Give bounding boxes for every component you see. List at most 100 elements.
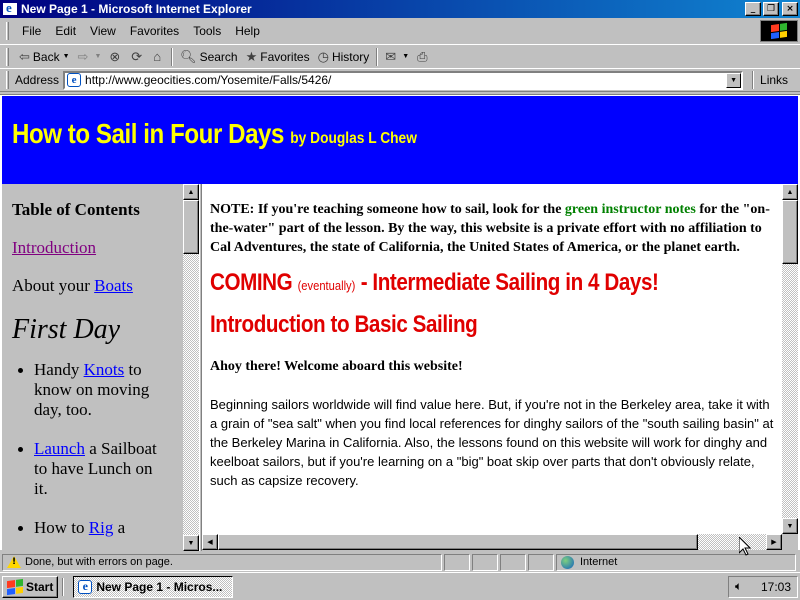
toc-about-prefix: About your (12, 276, 90, 295)
toc-scroll-thumb[interactable] (183, 200, 199, 254)
toc-item-prefix: Handy (34, 360, 80, 379)
menu-view[interactable]: View (83, 22, 123, 40)
speaker-icon[interactable]: 🔈︎ (735, 579, 742, 594)
toolbar-grip[interactable] (6, 47, 9, 66)
toc-frame: Table of Contents Introduction About you… (2, 184, 183, 551)
forward-arrow-icon: ⇨ (77, 48, 89, 64)
coming-rest: - Intermediate Sailing in 4 Days! (360, 269, 659, 296)
welcome-text: Ahoy there! Welcome aboard this website! (210, 359, 463, 374)
address-bar: Address e http://www.geocities.com/Yosem… (0, 68, 800, 92)
list-item: Launch a Sailboat to have Lunch on it. (18, 439, 164, 499)
menu-favorites[interactable]: Favorites (123, 22, 186, 40)
toc-list: Handy Knots to know on moving day, too. … (12, 360, 183, 538)
toc-item-suffix: a (117, 518, 126, 537)
zone-text: Internet (580, 556, 618, 568)
back-dropdown-icon[interactable]: ▼ (63, 53, 70, 60)
forward-button[interactable]: ⇨ ▼ (74, 46, 106, 68)
links-bar[interactable]: Links (749, 71, 788, 89)
content-scrollbar[interactable]: ▲ ▼ (782, 184, 798, 534)
taskbar-separator (62, 577, 65, 596)
menu-bar: File Edit View Favorites Tools Help (0, 20, 800, 42)
window-title: New Page 1 - Microsoft Internet Explorer (21, 2, 252, 16)
print-button[interactable]: ⎙ (413, 46, 434, 68)
title-bar[interactable]: New Page 1 - Microsoft Internet Explorer… (0, 0, 800, 18)
toc-scrollbar[interactable]: ▲ ▼ (183, 184, 199, 551)
site-byline: by Douglas L Chew (290, 130, 417, 147)
home-button[interactable]: ⌂ (149, 46, 168, 68)
address-label: Address (15, 73, 60, 87)
toolbar-separator (376, 47, 379, 66)
menu-tools[interactable]: Tools (186, 22, 228, 40)
warning-icon[interactable] (7, 556, 21, 568)
content-hscrollbar[interactable]: ◀ ▶ (202, 534, 782, 550)
menu-grip[interactable] (6, 22, 9, 40)
content-hscroll-thumb[interactable] (218, 534, 698, 550)
back-label: Back (32, 49, 60, 64)
taskbar-ie-label: New Page 1 - Micros... (96, 579, 223, 594)
status-text: Done, but with errors on page. (25, 556, 173, 568)
start-button[interactable]: Start (2, 575, 59, 598)
scroll-corner (782, 534, 798, 550)
stop-icon: ⊗ (109, 48, 121, 64)
address-input[interactable]: e http://www.geocities.com/Yosemite/Fall… (63, 70, 744, 90)
toc-link-rig[interactable]: Rig (89, 518, 114, 537)
address-grip[interactable] (6, 71, 9, 89)
taskbar: Start e New Page 1 - Micros... 🔈︎ 17:03 (0, 572, 800, 600)
status-blank-3 (500, 553, 526, 571)
note-green-text: green instructor notes (564, 202, 696, 217)
address-url[interactable]: http://www.geocities.com/Yosemite/Falls/… (85, 73, 331, 87)
close-button[interactable]: × (782, 2, 798, 16)
toc-link-launch[interactable]: Launch (34, 439, 85, 458)
favorites-icon: ★ (245, 48, 258, 64)
maximize-button[interactable]: ❐ (763, 2, 779, 16)
page-viewport: How to Sail in Four Days by Douglas L Ch… (0, 94, 800, 551)
toolbar-separator (171, 47, 174, 66)
clock[interactable]: 17:03 (761, 580, 791, 594)
coming-small: (eventually) (297, 278, 356, 293)
menu-edit[interactable]: Edit (48, 22, 83, 40)
list-item: Handy Knots to know on moving day, too. (18, 360, 164, 420)
favorites-button[interactable]: ★ Favorites (242, 46, 314, 68)
menu-help[interactable]: Help (228, 22, 267, 40)
content-scroll-up-icon[interactable]: ▲ (782, 184, 798, 200)
note-text-before: NOTE: If you're teaching someone how to … (210, 202, 562, 217)
status-zone[interactable]: Internet (556, 553, 796, 571)
scroll-right-icon[interactable]: ▶ (766, 534, 782, 550)
scroll-left-icon[interactable]: ◀ (202, 534, 218, 550)
toc-link-boats[interactable]: Boats (94, 276, 133, 295)
status-message[interactable]: Done, but with errors on page. (2, 553, 442, 571)
intro-heading: Introduction to Basic Sailing (210, 311, 478, 338)
toc-item-prefix: How to (34, 518, 85, 537)
back-button[interactable]: ⇦ Back ▼ (15, 46, 74, 68)
history-icon: ◷ (317, 48, 329, 64)
mail-button[interactable]: ✉ ▼ (381, 46, 413, 68)
search-icon: 🔍︎ (180, 48, 197, 64)
toc-scroll-up-icon[interactable]: ▲ (183, 184, 199, 200)
stop-button[interactable]: ⊗ (105, 46, 127, 68)
links-label[interactable]: Links (760, 73, 788, 87)
mouse-cursor-icon (739, 537, 751, 556)
mail-dropdown-icon[interactable]: ▼ (402, 53, 409, 60)
refresh-button[interactable]: ⟳ (127, 46, 149, 68)
content-frame: NOTE: If you're teaching someone how to … (202, 184, 782, 534)
history-label: History (331, 49, 370, 64)
page-icon: e (67, 73, 82, 87)
site-banner: How to Sail in Four Days by Douglas L Ch… (2, 96, 798, 184)
standard-toolbar: ⇦ Back ▼ ⇨ ▼ ⊗ ⟳ ⌂ 🔍︎ Search ★ Favorites… (0, 44, 800, 68)
links-separator (752, 71, 755, 89)
menu-file[interactable]: File (15, 22, 48, 40)
content-scroll-thumb[interactable] (782, 200, 798, 264)
address-dropdown-icon[interactable]: ▼ (726, 72, 742, 88)
status-blank-1 (444, 553, 470, 571)
search-button[interactable]: 🔍︎ Search (176, 46, 242, 68)
history-button[interactable]: ◷ History (314, 46, 374, 68)
system-tray: 🔈︎ 17:03 (728, 575, 798, 598)
toc-link-knots[interactable]: Knots (84, 360, 125, 379)
taskbar-ie-button[interactable]: e New Page 1 - Micros... (73, 575, 234, 598)
minimize-button[interactable]: _ (745, 2, 761, 16)
toc-link-introduction[interactable]: Introduction (12, 238, 96, 257)
forward-dropdown-icon[interactable]: ▼ (94, 53, 101, 60)
content-scroll-down-icon[interactable]: ▼ (782, 518, 798, 534)
toc-scroll-down-icon[interactable]: ▼ (183, 535, 199, 551)
print-icon: ⎙ (417, 48, 428, 64)
